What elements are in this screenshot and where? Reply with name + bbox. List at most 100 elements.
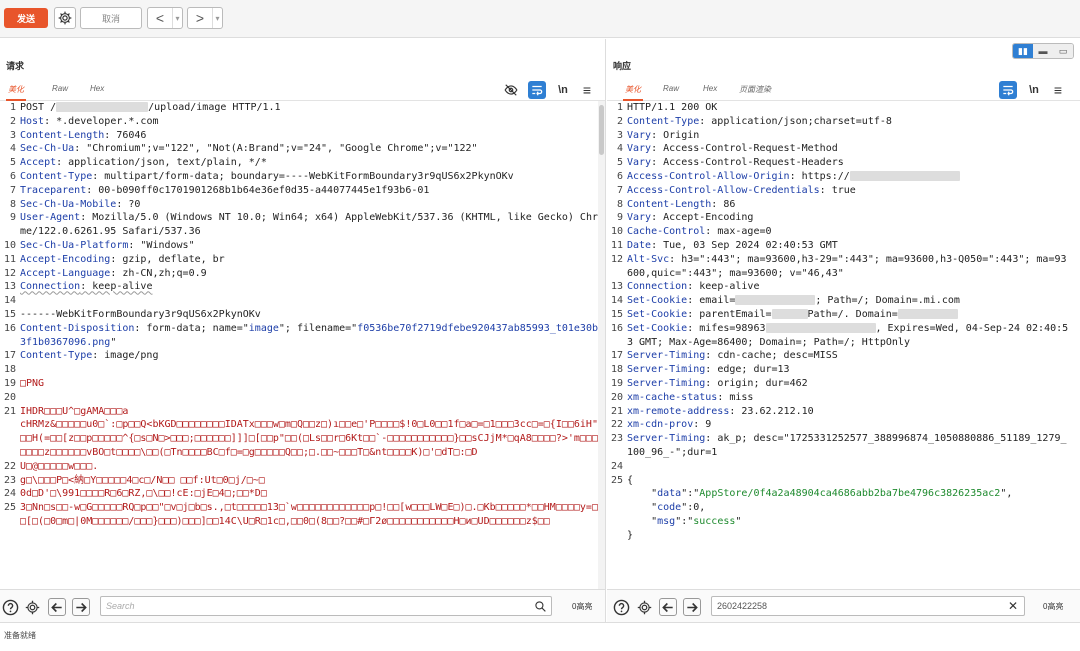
response-editor[interactable]: 1 HTTP/1.1 200 OK 2 Content-Type: applicati…	[607, 101, 1070, 589]
code-line: 6 Content-Type: multipart/form-data; boun…	[0, 170, 605, 184]
header-key: Connection	[20, 281, 81, 293]
search-prev-button[interactable]	[48, 598, 66, 616]
tab-pretty[interactable]: 美化	[6, 84, 26, 101]
line-text: POST / /upload/image HTTP/1.1	[20, 101, 605, 115]
text-segment: : mifes=98963	[687, 322, 766, 334]
header-key: Set-Cookie	[627, 322, 688, 334]
code-line: 23 g□\□□□P□<納□Y□□□□□4□c□/N□□ □□f:Ut□0□j/□…	[0, 474, 605, 488]
request-search-bar: Search 0高亮	[0, 589, 605, 622]
forward-history-dropdown[interactable]: ▾	[212, 8, 222, 28]
line-text: Date: Tue, 03 Sep 2024 02:40:53 GMT	[627, 239, 1070, 253]
line-text: ------WebKitFormBoundary3r9qUS6x2PkynOKv	[20, 308, 605, 322]
redacted-text	[771, 308, 808, 319]
response-menu-button[interactable]: ≡	[1049, 81, 1067, 99]
send-button[interactable]: 发送	[4, 8, 48, 28]
text-segment: IHDR□□□U^□gAMA□□□a	[20, 405, 129, 417]
cancel-button[interactable]: 取消	[80, 7, 142, 29]
settings-button[interactable]	[54, 7, 76, 29]
text-segment: msg	[657, 515, 676, 527]
back-button[interactable]: <	[148, 8, 172, 28]
hide-nonprintable-button[interactable]	[502, 81, 520, 99]
tab-pretty[interactable]: 美化	[623, 84, 643, 101]
layout-side-by-side-button[interactable]: ▮▮	[1013, 44, 1033, 58]
scrollbar-thumb[interactable]	[599, 105, 604, 155]
line-text: Alt-Svc: h3=":443"; ma=93600,h3-29=":443…	[627, 253, 1070, 281]
line-number: 9	[616, 212, 623, 224]
search-icon[interactable]	[534, 600, 547, 613]
text-segment: }	[627, 529, 634, 541]
search-next-button[interactable]	[72, 598, 90, 616]
line-text: U□@□□□□□w□□□.	[20, 460, 605, 474]
code-line: 10 Cache-Control: max-age=0	[607, 225, 1070, 239]
code-line: 5 Accept: application/json, text/plain, *…	[0, 156, 605, 170]
newline-toggle-button[interactable]: \n	[554, 81, 572, 99]
line-text: User-Agent: Mozilla/5.0 (Windows NT 10.0…	[20, 211, 605, 239]
forward-button[interactable]: >	[188, 8, 212, 28]
tab-hex[interactable]: Hex	[90, 84, 104, 93]
tab-render[interactable]: 页面渲染	[739, 84, 771, 95]
text-segment: data	[657, 488, 682, 500]
search-settings-button[interactable]	[634, 597, 654, 617]
code-line: 11 Date: Tue, 03 Sep 2024 02:40:53 GMT	[607, 239, 1070, 253]
line-text: "msg":"success"	[627, 515, 1070, 529]
line-number: 10	[3, 239, 16, 251]
search-next-button[interactable]	[683, 598, 701, 616]
code-line: 15 ------WebKitFormBoundary3r9qUS6x2PkynO…	[0, 308, 605, 322]
text-segment: : "Windows"	[128, 239, 195, 251]
response-search-input[interactable]: 2602422258 ✕	[711, 596, 1025, 616]
request-menu-button[interactable]: ≡	[578, 81, 596, 99]
request-editor[interactable]: 1 POST / /upload/image HTTP/1.1 2 Host: *.de…	[0, 101, 605, 589]
code-line: 4 Vary: Access-Control-Request-Method	[607, 142, 1070, 156]
wrap-lines-button[interactable]	[999, 81, 1017, 99]
line-number: 13	[610, 281, 623, 293]
tab-raw[interactable]: Raw	[663, 84, 679, 93]
code-line: 1 HTTP/1.1 200 OK	[607, 101, 1070, 115]
tab-hex[interactable]: Hex	[703, 84, 717, 93]
code-line: 14	[0, 294, 605, 308]
status-bar: 准备就绪	[0, 622, 1080, 651]
line-text: IHDR□□□U^□gAMA□□□a	[20, 405, 605, 419]
text-segment: □PNG	[20, 377, 45, 389]
text-segment: 3□Nn□s□□-w□G□□□□□RQ□p□□"□v□j□b□s.,□t□□□□…	[20, 502, 604, 527]
help-button[interactable]	[611, 597, 631, 617]
line-text: Server-Timing: origin; dur=462	[627, 377, 1070, 391]
line-text: xm-cdn-prov: 9	[627, 418, 1070, 432]
request-search-input[interactable]: Search	[100, 596, 552, 616]
line-text: Access-Control-Allow-Credentials: true	[627, 184, 1070, 198]
tab-raw[interactable]: Raw	[52, 84, 68, 93]
line-number	[607, 487, 627, 501]
response-tabs: 美化 Raw Hex 页面渲染 \n ≡	[607, 79, 1080, 101]
newline-toggle-button[interactable]: \n	[1025, 81, 1043, 99]
line-number: 5	[616, 157, 623, 169]
wrap-lines-button[interactable]	[528, 81, 546, 99]
search-settings-button[interactable]	[22, 597, 42, 617]
line-text: Access-Control-Allow-Origin: https://	[627, 170, 1070, 184]
text-segment: success	[693, 515, 736, 527]
header-key: xm-cache-status	[627, 391, 718, 403]
line-number: 11	[3, 253, 16, 265]
back-history-dropdown[interactable]: ▾	[172, 8, 182, 28]
text-segment: image	[248, 322, 279, 334]
clear-search-icon[interactable]: ✕	[1008, 599, 1018, 613]
search-prev-button[interactable]	[659, 598, 677, 616]
line-text: HTTP/1.1 200 OK	[627, 101, 1070, 115]
layout-stacked-button[interactable]: ▬	[1033, 44, 1053, 58]
line-text: "code":0,	[627, 501, 1070, 515]
text-segment: : 23.62.212.10	[729, 405, 814, 417]
request-title: 请求	[6, 61, 25, 71]
text-segment: : ?0	[116, 198, 141, 210]
line-text: g□\□□□P□<納□Y□□□□□4□c□/N□□ □□f:Ut□0□j/□~□	[20, 474, 605, 488]
line-number	[0, 418, 20, 459]
text-segment: "	[627, 515, 658, 527]
code-line: 10 Sec-Ch-Ua-Platform: "Windows"	[0, 239, 605, 253]
help-button[interactable]	[0, 597, 20, 617]
line-text: Server-Timing: edge; dur=13	[627, 363, 1070, 377]
line-text	[20, 391, 605, 405]
text-segment: : Access-Control-Request-Method	[651, 143, 838, 155]
layout-tabs-button[interactable]: ▭	[1053, 44, 1073, 58]
text-segment: : miss	[717, 391, 754, 403]
code-line: 6 Access-Control-Allow-Origin: https://	[607, 170, 1070, 184]
request-scrollbar[interactable]	[598, 101, 605, 589]
code-line: 3 Vary: Origin	[607, 129, 1070, 143]
code-line: 22 xm-cdn-prov: 9	[607, 418, 1070, 432]
